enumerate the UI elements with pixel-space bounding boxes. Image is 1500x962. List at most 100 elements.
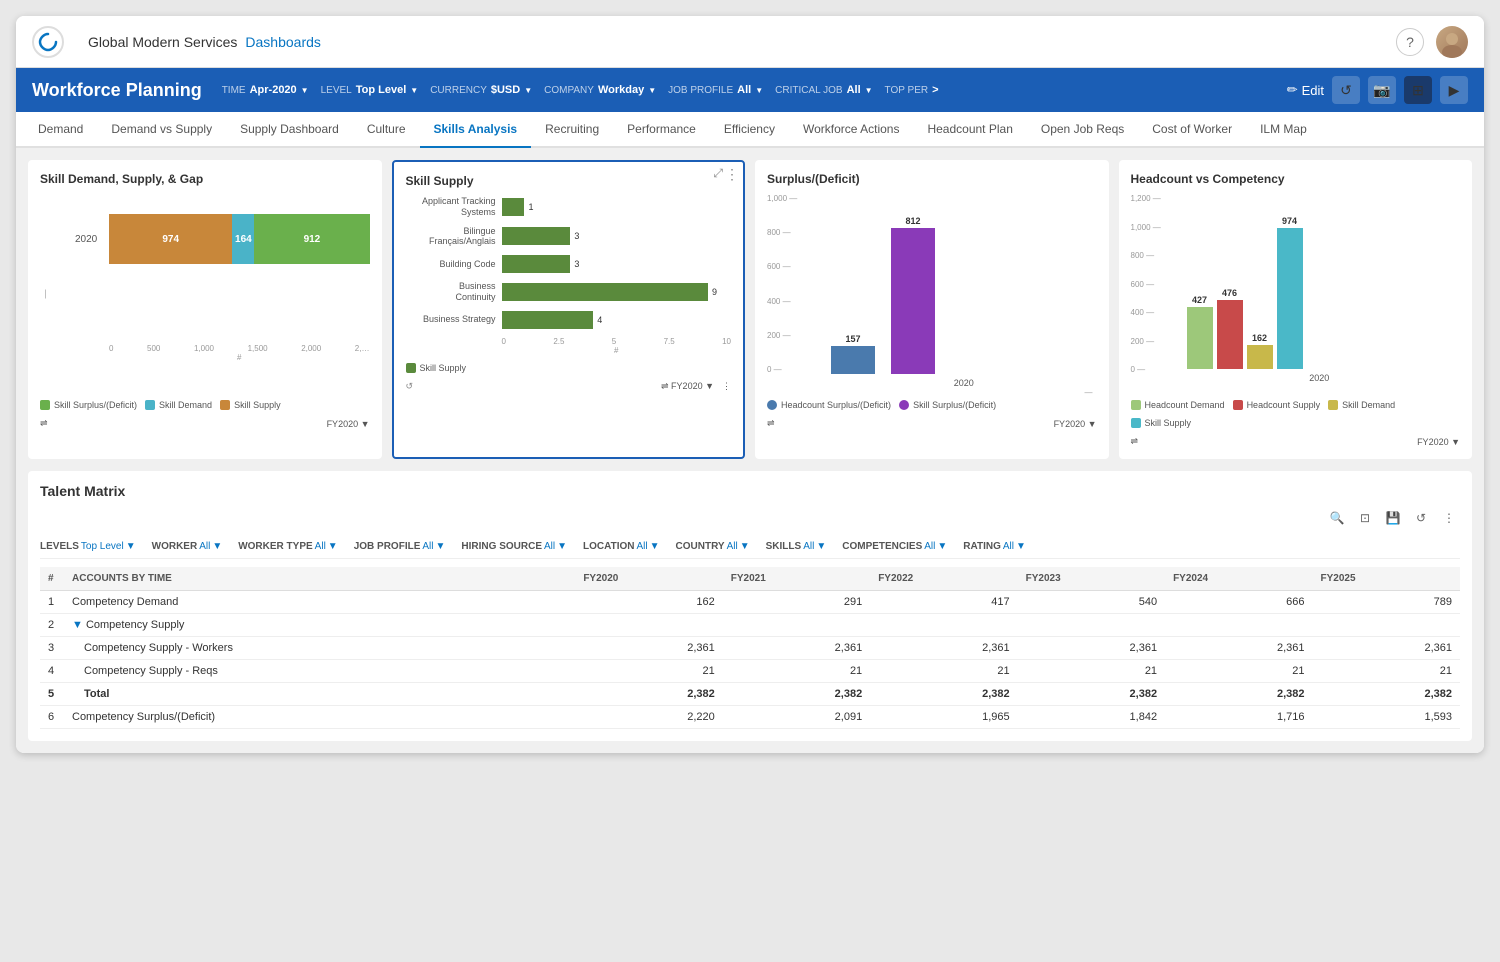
critical-job-filter[interactable]: CRITICAL JOB All ▼: [775, 84, 872, 96]
supply-value-building: 3: [574, 259, 579, 269]
company-filter[interactable]: COMPANY Workday ▼: [544, 84, 656, 96]
filter-job-profile: JOB PROFILE All ▼: [354, 541, 446, 552]
tab-open-job-reqs[interactable]: Open Job Reqs: [1027, 112, 1138, 148]
skill-supply-bar: 974: [109, 214, 232, 264]
table-row: 2 ▼ Competency Supply: [40, 614, 1460, 637]
col-fy2020: FY2020: [575, 567, 722, 591]
expand-icon[interactable]: ⤢: [713, 166, 723, 181]
save-table-icon[interactable]: 💾: [1382, 507, 1404, 529]
surplus-fy[interactable]: FY2020 ▼: [1054, 419, 1097, 429]
row-6-fy2024: 1,716: [1165, 706, 1312, 729]
col-num: #: [40, 567, 64, 591]
tab-demand-vs-supply[interactable]: Demand vs Supply: [97, 112, 226, 148]
skill-demand-bar: 164: [232, 214, 254, 264]
row-3-fy2024: 2,361: [1165, 637, 1312, 660]
skill-demand-title: Skill Demand, Supply, & Gap: [40, 172, 370, 186]
level-filter[interactable]: LEVEL Top Level ▼: [321, 84, 419, 96]
supply-label-business-strat: Business Strategy: [406, 314, 496, 325]
chart-menu-icon[interactable]: ⋮: [725, 166, 739, 183]
tab-ilm-map[interactable]: ILM Map: [1246, 112, 1321, 148]
tab-recruiting[interactable]: Recruiting: [531, 112, 613, 148]
filter-levels: LEVELS Top Level ▼: [40, 541, 136, 552]
help-icon[interactable]: ?: [1396, 28, 1424, 56]
page-title: Workforce Planning: [32, 80, 202, 101]
tab-cost-of-worker[interactable]: Cost of Worker: [1138, 112, 1246, 148]
edit-button[interactable]: ✏ Edit: [1287, 82, 1324, 98]
tab-culture[interactable]: Culture: [353, 112, 420, 148]
tab-efficiency[interactable]: Efficiency: [710, 112, 789, 148]
dashboards-link[interactable]: Dashboards: [245, 34, 321, 50]
supply-bar-business-cont: [502, 283, 709, 301]
skill-supply-legend-label: Skill Supply: [420, 363, 467, 373]
col-fy2023: FY2023: [1018, 567, 1165, 591]
row-label-comp-surplus: Competency Surplus/(Deficit): [64, 706, 575, 729]
tab-performance[interactable]: Performance: [613, 112, 710, 148]
row-num-2: 2: [40, 614, 64, 637]
talent-matrix-title: Talent Matrix: [40, 483, 1460, 499]
skill-supply-footer: ↺ ⇌ FY2020 ▼ ⋮: [406, 381, 732, 392]
row-num-6: 6: [40, 706, 64, 729]
refresh-table-icon[interactable]: ↺: [1410, 507, 1432, 529]
table-row: 6 Competency Surplus/(Deficit) 2,220 2,0…: [40, 706, 1460, 729]
avatar[interactable]: [1436, 26, 1468, 58]
filter-worker: WORKER All ▼: [152, 541, 223, 552]
grid-view-button[interactable]: ⊞: [1404, 76, 1432, 104]
row-1-fy2020: 162: [575, 591, 722, 614]
time-filter[interactable]: TIME Apr-2020 ▼: [222, 84, 309, 96]
hc-fy[interactable]: FY2020 ▼: [1417, 437, 1460, 447]
tab-supply-dashboard[interactable]: Supply Dashboard: [226, 112, 353, 148]
hc-bar-supply: [1217, 300, 1243, 369]
hc-bar-demand: [1187, 307, 1213, 369]
charts-row: Skill Demand, Supply, & Gap — 2020 974 1…: [28, 160, 1472, 459]
skill-supply-title: Skill Supply: [406, 174, 732, 188]
tab-headcount-plan[interactable]: Headcount Plan: [913, 112, 1026, 148]
more-table-icon[interactable]: ⋮: [1438, 507, 1460, 529]
skill-supply-bars: Applicant TrackingSystems 1 BilingueFran…: [406, 196, 732, 329]
legend-supply-label: Skill Supply: [234, 400, 281, 410]
workday-logo: [32, 26, 72, 58]
hc-bar-skill-supply: [1277, 228, 1303, 369]
job-profile-filter[interactable]: JOB PROFILE All ▼: [668, 84, 763, 96]
skill-gap-bar: 912: [254, 214, 369, 264]
surplus-chart-card: Surplus/(Deficit) 1,000 — 800 — 600 — 40…: [755, 160, 1109, 459]
row-5-fy2022: 2,382: [870, 683, 1017, 706]
row-3-fy2020: 2,361: [575, 637, 722, 660]
headcount-title: Headcount vs Competency: [1131, 172, 1461, 186]
headcount-footer: ⇌ FY2020 ▼: [1131, 436, 1461, 447]
filter-table-icon[interactable]: ⊡: [1354, 507, 1376, 529]
supply-bar-business-strat: [502, 311, 594, 329]
skill-supply-fy[interactable]: ⇌ FY2020 ▼: [661, 381, 714, 392]
top-per-filter[interactable]: TOP PER >: [885, 84, 939, 96]
search-table-icon[interactable]: 🔍: [1326, 507, 1348, 529]
filter-location: LOCATION All ▼: [583, 541, 660, 552]
row-5-fy2024: 2,382: [1165, 683, 1312, 706]
row-5-fy2020: 2,382: [575, 683, 722, 706]
currency-filter[interactable]: CURRENCY $USD ▼: [430, 84, 532, 96]
hc-val-427: 427: [1192, 295, 1207, 305]
filter-competencies: COMPETENCIES All ▼: [842, 541, 947, 552]
skill-demand-fy[interactable]: FY2020 ▼: [327, 419, 370, 429]
supply-bar-bilingual: [502, 227, 571, 245]
tab-skills-analysis[interactable]: Skills Analysis: [420, 112, 532, 148]
refresh-button[interactable]: ↺: [1332, 76, 1360, 104]
supply-label-bilingual: BilingueFrançais/Anglais: [406, 226, 496, 248]
screenshot-button[interactable]: 📷: [1368, 76, 1396, 104]
top-nav-icons: ?: [1396, 26, 1468, 58]
col-fy2021: FY2021: [723, 567, 870, 591]
supply-label-ats: Applicant TrackingSystems: [406, 196, 496, 218]
tab-workforce-actions[interactable]: Workforce Actions: [789, 112, 913, 148]
row-label-comp-supply-reqs: Competency Supply - Reqs: [64, 660, 575, 683]
hc-legend-skill-supply: Skill Supply: [1145, 418, 1192, 428]
supply-bar-row-building: Building Code 3: [406, 255, 732, 273]
skill-supply-menu[interactable]: ⋮: [722, 381, 731, 392]
tab-navigation: Demand Demand vs Supply Supply Dashboard…: [16, 112, 1484, 148]
video-button[interactable]: ▶: [1440, 76, 1468, 104]
refresh-icon[interactable]: ↺: [406, 381, 414, 392]
hc-legend-skill-demand: Skill Demand: [1342, 400, 1395, 410]
row-label-comp-supply-workers: Competency Supply - Workers: [64, 637, 575, 660]
row-label-comp-supply: ▼ Competency Supply: [64, 614, 575, 637]
supply-value-business-cont: 9: [712, 287, 717, 297]
tab-demand[interactable]: Demand: [24, 112, 97, 148]
row-3-fy2022: 2,361: [870, 637, 1017, 660]
surplus-bar-headcount: [831, 346, 875, 374]
